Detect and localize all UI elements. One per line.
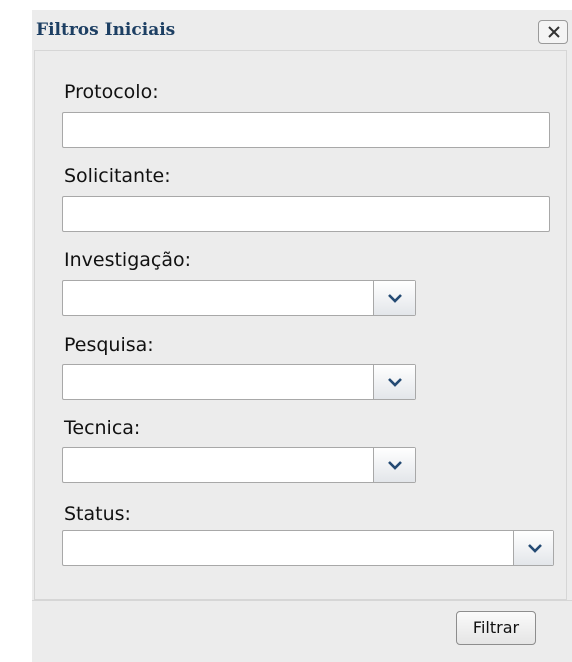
chevron-down-icon: [528, 544, 542, 553]
chevron-down-icon: [388, 294, 402, 303]
investigacao-select[interactable]: [62, 280, 416, 316]
dialog-title: Filtros Iniciais: [36, 20, 176, 40]
close-icon: [548, 26, 560, 38]
footer-divider: [32, 600, 572, 601]
protocolo-label: Protocolo:: [64, 81, 159, 103]
investigacao-label: Investigação:: [64, 249, 192, 271]
tecnica-dropdown-button[interactable]: [373, 448, 415, 482]
close-button[interactable]: [538, 20, 568, 44]
investigacao-dropdown-button[interactable]: [373, 281, 415, 315]
status-label: Status:: [64, 503, 131, 525]
status-dropdown-button[interactable]: [513, 531, 553, 565]
chevron-down-icon: [388, 461, 402, 470]
pesquisa-select[interactable]: [62, 364, 416, 400]
filtrar-button[interactable]: Filtrar: [456, 611, 536, 645]
pesquisa-dropdown-button[interactable]: [373, 365, 415, 399]
solicitante-label: Solicitante:: [64, 165, 171, 187]
filter-dialog: Filtros Iniciais Protocolo: Solicitante:…: [32, 10, 572, 662]
status-select[interactable]: [62, 530, 554, 566]
chevron-down-icon: [388, 378, 402, 387]
dialog-header: Filtros Iniciais: [32, 10, 572, 50]
filters-form: Protocolo: Solicitante: Investigação: Pe…: [34, 50, 567, 600]
pesquisa-label: Pesquisa:: [64, 334, 154, 356]
protocolo-input[interactable]: [62, 112, 550, 148]
solicitante-input[interactable]: [62, 196, 550, 232]
tecnica-label: Tecnica:: [64, 417, 141, 439]
tecnica-select[interactable]: [62, 447, 416, 483]
